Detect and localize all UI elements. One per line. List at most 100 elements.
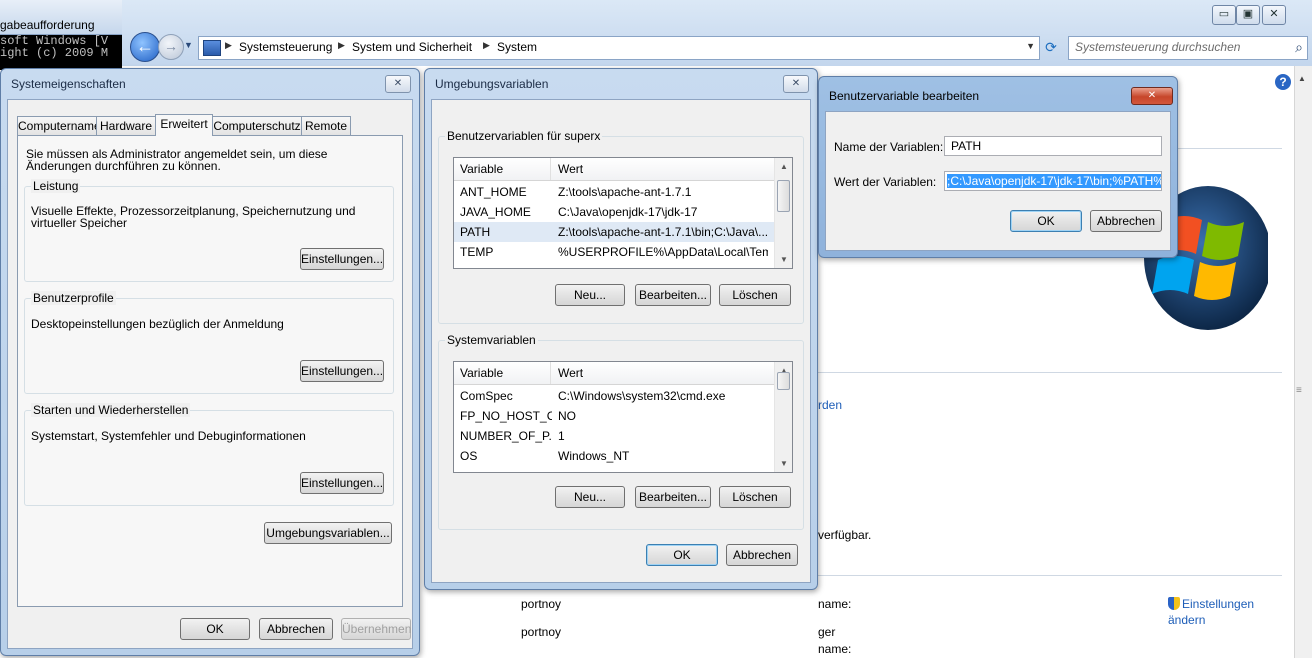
breadcrumb-system[interactable]: System: [497, 40, 537, 54]
user-new-button[interactable]: Neu...: [555, 284, 625, 306]
performance-settings-button[interactable]: Einstellungen...: [300, 248, 384, 270]
ok-button[interactable]: OK: [646, 544, 718, 566]
list-item[interactable]: JAVA_HOME C:\Java\openjdk-17\jdk-17: [454, 202, 792, 222]
column-header-value[interactable]: Wert: [558, 366, 583, 380]
column-separator[interactable]: [550, 362, 551, 384]
user-variables-list[interactable]: Variable Wert ANT_HOME Z:\tools\apache-a…: [453, 157, 793, 269]
system-variables-list[interactable]: Variable Wert ComSpec C:\Windows\system3…: [453, 361, 793, 473]
variable-name: ComSpec: [460, 389, 513, 403]
variable-value: %USERPROFILE%\AppData\Local\Temp: [558, 245, 768, 259]
system-delete-button[interactable]: Löschen: [719, 486, 791, 508]
column-header-variable[interactable]: Variable: [460, 162, 503, 176]
variable-value: 1: [558, 429, 565, 443]
edit-user-variable-dialog[interactable]: Benutzervariable bearbeiten ✕ Name der V…: [818, 76, 1178, 258]
profile-settings-button[interactable]: Einstellungen...: [300, 360, 384, 382]
scroll-thumb[interactable]: [777, 372, 790, 390]
uac-shield-icon: [1168, 597, 1180, 610]
close-icon[interactable]: ✕: [385, 75, 411, 93]
change-settings-link[interactable]: Einstellungen ändern: [1168, 596, 1268, 628]
system-properties-dialog[interactable]: Systemeigenschaften ✕ Computername Hardw…: [0, 68, 420, 656]
list-item[interactable]: TEMP %USERPROFILE%\AppData\Local\Temp: [454, 242, 792, 262]
tab-remote[interactable]: Remote: [301, 116, 351, 135]
maximize-button[interactable]: ▣: [1236, 5, 1260, 25]
close-icon[interactable]: ✕: [783, 75, 809, 93]
address-bar[interactable]: ▶ Systemsteuerung ▶ System und Sicherhei…: [198, 36, 1040, 60]
scroll-grip-icon[interactable]: ≡: [1296, 385, 1302, 396]
scroll-thumb[interactable]: [777, 180, 790, 212]
search-input[interactable]: [1075, 40, 1275, 54]
user-edit-button[interactable]: Bearbeiten...: [635, 284, 711, 306]
forward-arrow-icon[interactable]: →: [158, 34, 184, 60]
explorer-scrollbar[interactable]: [1294, 66, 1312, 658]
list-scrollbar[interactable]: ▲ ▼: [774, 362, 792, 472]
change-settings-label[interactable]: Einstellungen ändern: [1168, 597, 1254, 627]
list-item-selected[interactable]: PATH Z:\tools\apache-ant-1.7.1\bin;C:\Ja…: [454, 222, 792, 242]
ok-button[interactable]: OK: [180, 618, 250, 640]
close-window-button[interactable]: ✕: [1262, 5, 1286, 25]
scroll-down-icon[interactable]: ▼: [780, 459, 788, 468]
list-item[interactable]: ComSpec C:\Windows\system32\cmd.exe: [454, 386, 792, 406]
user-delete-button[interactable]: Löschen: [719, 284, 791, 306]
list-item[interactable]: FP_NO_HOST_C... NO: [454, 406, 792, 426]
group-user-variables: Benutzervariablen für superx Variable We…: [438, 129, 804, 324]
address-dropdown-icon[interactable]: ▼: [1026, 41, 1035, 51]
variable-name: ANT_HOME: [460, 185, 527, 199]
breadcrumb-systemsteuerung[interactable]: Systemsteuerung: [239, 40, 332, 54]
variable-value: C:\Java\openjdk-17\jdk-17: [558, 205, 698, 219]
tab-computername[interactable]: Computername: [17, 116, 101, 135]
variable-value: C:\Windows\system32\cmd.exe: [558, 389, 726, 403]
cancel-button[interactable]: Abbrechen: [1090, 210, 1162, 232]
info-value: portnoy: [521, 597, 562, 611]
ok-button[interactable]: OK: [1010, 210, 1082, 232]
list-item[interactable]: ANT_HOME Z:\tools\apache-ant-1.7.1: [454, 182, 792, 202]
column-separator[interactable]: [550, 158, 551, 180]
command-prompt-title: gabeaufforderung: [0, 18, 95, 32]
tab-hardware[interactable]: Hardware: [96, 116, 156, 135]
dialog-title: Systemeigenschaften: [11, 77, 126, 91]
cancel-button[interactable]: Abbrechen: [259, 618, 333, 640]
control-panel-icon: [203, 40, 221, 56]
history-dropdown-icon[interactable]: ▼: [184, 40, 193, 50]
variable-value: NO: [558, 409, 576, 423]
background-link[interactable]: rden: [818, 398, 842, 412]
apply-button[interactable]: Übernehmen: [341, 618, 411, 640]
minimize-button[interactable]: ▭: [1212, 5, 1236, 25]
scroll-up-icon[interactable]: ▲: [780, 162, 788, 171]
system-new-button[interactable]: Neu...: [555, 486, 625, 508]
environment-variables-dialog[interactable]: Umgebungsvariablen ✕ Benutzervariablen f…: [424, 68, 818, 590]
variable-value-field[interactable]: ;C:\Java\openjdk-17\jdk-17\bin;%PATH%: [944, 171, 1162, 191]
scroll-up-icon[interactable]: ▲: [1298, 74, 1306, 83]
dialog-client: Benutzervariablen für superx Variable We…: [431, 99, 811, 583]
info-label: name:: [818, 597, 852, 611]
column-header-variable[interactable]: Variable: [460, 366, 503, 380]
cancel-button[interactable]: Abbrechen: [726, 544, 798, 566]
tab-panel: Sie müssen als Administrator angemeldet …: [17, 135, 403, 607]
info-label: ger: [818, 625, 836, 639]
scroll-down-icon[interactable]: ▼: [780, 255, 788, 264]
search-icon[interactable]: ⌕: [1295, 39, 1303, 56]
variable-name: TEMP: [460, 245, 494, 259]
close-icon[interactable]: ✕: [1131, 87, 1173, 105]
list-item[interactable]: OS Windows_NT: [454, 446, 792, 466]
group-label: Benutzervariablen für superx: [445, 129, 603, 143]
refresh-icon[interactable]: ⟳: [1042, 38, 1060, 56]
search-box[interactable]: ⌕: [1068, 36, 1308, 60]
startup-settings-button[interactable]: Einstellungen...: [300, 472, 384, 494]
breadcrumb-system-und-sicherheit[interactable]: System und Sicherheit: [352, 40, 472, 54]
variable-name-field[interactable]: PATH: [944, 136, 1162, 156]
tab-erweitert[interactable]: Erweitert: [155, 114, 213, 136]
list-scrollbar[interactable]: ▲ ▼: [774, 158, 792, 268]
dialog-title: Benutzervariable bearbeiten: [829, 89, 980, 103]
list-item[interactable]: NUMBER_OF_P... 1: [454, 426, 792, 446]
tab-computerschutz[interactable]: Computerschutz: [212, 116, 302, 135]
help-icon[interactable]: ?: [1275, 74, 1291, 90]
environment-variables-button[interactable]: Umgebungsvariablen...: [264, 522, 392, 544]
column-header-value[interactable]: Wert: [558, 162, 583, 176]
command-prompt-titlebar[interactable]: gabeaufforderung: [0, 0, 122, 35]
group-description: Systemstart, Systemfehler und Debuginfor…: [31, 429, 306, 443]
dialog-title: Umgebungsvariablen: [435, 77, 549, 91]
availability-text: verfügbar.: [818, 528, 872, 542]
back-arrow-icon[interactable]: ←: [130, 32, 160, 62]
variable-name-label: Name der Variablen:: [834, 140, 944, 154]
system-edit-button[interactable]: Bearbeiten...: [635, 486, 711, 508]
